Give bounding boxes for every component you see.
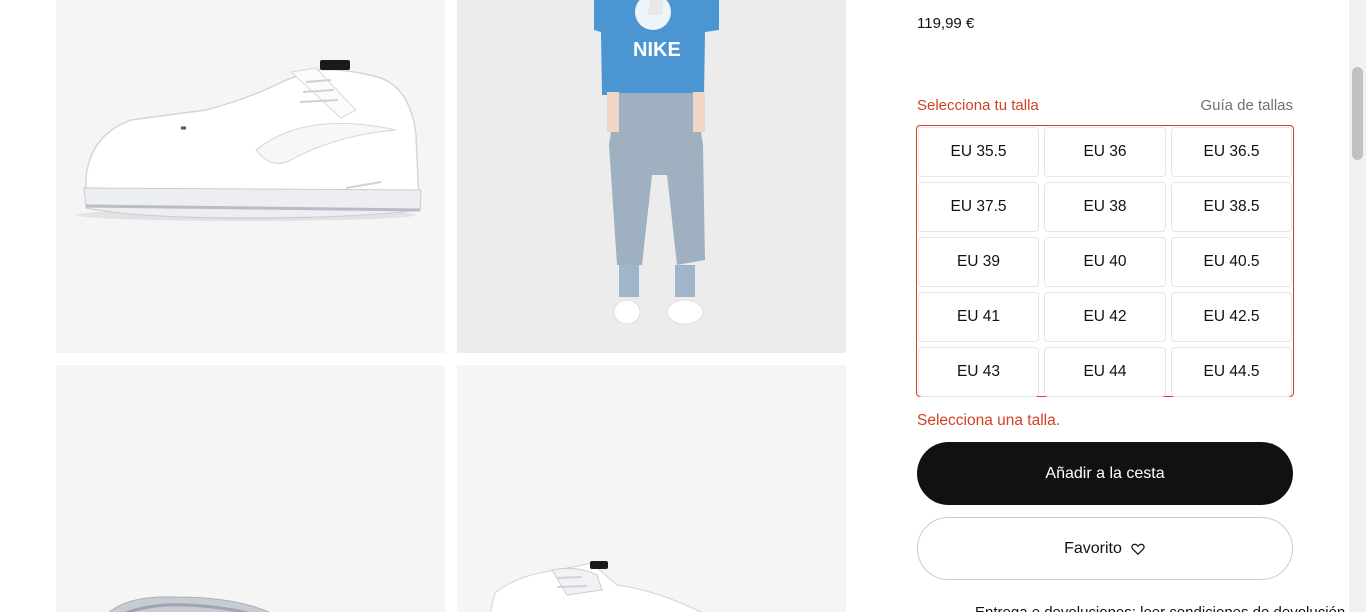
heart-outline-icon — [1131, 543, 1145, 555]
page-scrollbar[interactable] — [1349, 0, 1366, 612]
size-option[interactable]: EU 36.5 — [1171, 127, 1292, 177]
tshirt-print: NIKE — [633, 39, 681, 61]
favorite-button[interactable]: Favorito — [917, 517, 1293, 580]
size-option[interactable]: EU 42 — [1044, 292, 1166, 342]
size-header: Selecciona tu talla Guía de tallas — [917, 97, 1293, 117]
scrollbar-thumb[interactable] — [1352, 67, 1363, 160]
sneaker-side-illustration — [56, 0, 445, 353]
size-guide-link[interactable]: Guía de tallas — [1200, 97, 1293, 114]
add-to-bag-button[interactable]: Añadir a la cesta — [917, 442, 1293, 505]
favorite-label: Favorito — [1064, 539, 1122, 557]
product-image-sole[interactable] — [56, 365, 445, 612]
product-page: NIKE 119,99 € Selecciona tu talla Guía d… — [0, 0, 1366, 612]
product-image-model[interactable]: NIKE — [457, 0, 846, 353]
model-illustration: NIKE — [457, 0, 846, 353]
size-option[interactable]: EU 42.5 — [1171, 292, 1292, 342]
delivery-returns-link[interactable]: Entrega e devoluciones: leer condiciones… — [975, 604, 1345, 612]
size-option[interactable]: EU 38 — [1044, 182, 1166, 232]
size-option[interactable]: EU 43 — [918, 347, 1039, 397]
size-option[interactable]: EU 44.5 — [1171, 347, 1292, 397]
size-option[interactable]: EU 37.5 — [918, 182, 1039, 232]
sneaker-top-illustration — [457, 365, 846, 612]
sneaker-sole-illustration — [56, 365, 445, 612]
size-option[interactable]: EU 39 — [918, 237, 1039, 287]
product-image-top[interactable] — [457, 365, 846, 612]
add-to-bag-label: Añadir a la cesta — [1045, 464, 1165, 482]
size-option[interactable]: EU 40.5 — [1171, 237, 1292, 287]
product-image-side[interactable] — [56, 0, 445, 353]
size-option[interactable]: EU 38.5 — [1171, 182, 1292, 232]
size-option[interactable]: EU 41 — [918, 292, 1039, 342]
product-price: 119,99 € — [917, 15, 975, 32]
size-label: Selecciona tu talla — [917, 97, 1039, 114]
size-option[interactable]: EU 40 — [1044, 237, 1166, 287]
size-grid: EU 35.5 EU 36 EU 36.5 EU 37.5 EU 38 EU 3… — [916, 125, 1294, 397]
size-option[interactable]: EU 35.5 — [918, 127, 1039, 177]
size-error-message: Selecciona una talla. — [917, 412, 1061, 429]
size-option[interactable]: EU 36 — [1044, 127, 1166, 177]
size-option[interactable]: EU 44 — [1044, 347, 1166, 397]
